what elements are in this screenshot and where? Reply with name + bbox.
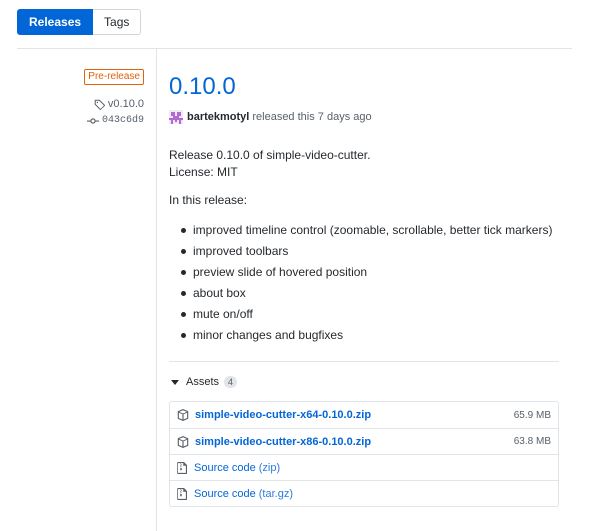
avatar[interactable] xyxy=(169,110,183,124)
released-text: released this 7 days ago xyxy=(252,111,372,123)
assets-list: simple-video-cutter-x64-0.10.0.zip 65.9 … xyxy=(169,401,559,507)
caret-down-icon xyxy=(171,379,179,385)
tab-releases[interactable]: Releases xyxy=(17,9,94,35)
release-meta: bartekmotyl released this 7 days ago xyxy=(169,110,559,124)
release-title[interactable]: 0.10.0 xyxy=(169,72,559,102)
asset-name[interactable]: simple-video-cutter-x86-0.10.0.zip xyxy=(195,436,371,448)
prerelease-badge: Pre-release xyxy=(84,69,144,85)
asset-size: 65.9 MB xyxy=(513,409,551,421)
source-row[interactable]: Source code (tar.gz) xyxy=(170,480,558,506)
asset-row[interactable]: simple-video-cutter-x64-0.10.0.zip 65.9 … xyxy=(170,402,558,428)
assets-toggle[interactable]: Assets 4 xyxy=(171,376,238,388)
release-sidebar: Pre-release v0.10.0 043c6d9 xyxy=(84,69,144,126)
source-code-link[interactable]: Source code xyxy=(194,462,256,474)
release-body: Release 0.10.0 of simple-video-cutter. L… xyxy=(169,147,559,346)
file-zip-icon xyxy=(177,487,187,500)
assets-count: 4 xyxy=(224,376,238,388)
tab-tags[interactable]: Tags xyxy=(93,9,142,35)
source-code-link[interactable]: Source code xyxy=(194,488,256,500)
asset-size: 63.8 MB xyxy=(513,436,551,447)
release-intro: In this release: xyxy=(169,193,248,207)
source-format: (tar.gz) xyxy=(258,487,293,500)
author-link[interactable]: bartekmotyl xyxy=(187,111,249,123)
top-divider xyxy=(17,48,572,49)
list-item: preview slide of hovered position xyxy=(181,262,559,283)
release-line-1: Release 0.10.0 of simple-video-cutter. xyxy=(169,148,371,162)
timeline-divider xyxy=(156,48,157,531)
commit-link[interactable]: 043c6d9 xyxy=(86,115,144,126)
list-item: minor changes and bugfixes xyxy=(181,325,559,346)
package-icon xyxy=(177,435,189,448)
list-item: improved timeline control (zoomable, scr… xyxy=(181,220,559,241)
changes-list: improved timeline control (zoomable, scr… xyxy=(169,220,559,346)
source-format: (zip) xyxy=(258,461,281,474)
assets-divider xyxy=(169,361,559,362)
release-tabs: Releases Tags xyxy=(17,9,142,35)
assets-label: Assets xyxy=(186,376,220,388)
package-icon xyxy=(177,409,189,421)
commit-sha: 043c6d9 xyxy=(101,115,144,126)
release-main: 0.10.0 bartekmotyl released this 7 days … xyxy=(169,72,559,346)
tag-link[interactable]: v0.10.0 xyxy=(94,98,144,110)
source-row[interactable]: Source code (zip) xyxy=(170,454,558,480)
asset-name[interactable]: simple-video-cutter-x64-0.10.0.zip xyxy=(195,409,371,421)
list-item: about box xyxy=(181,283,559,304)
file-zip-icon xyxy=(177,461,187,474)
commit-icon xyxy=(86,117,99,124)
list-item: mute on/off xyxy=(181,304,559,325)
tag-name: v0.10.0 xyxy=(107,98,144,110)
list-item: improved toolbars xyxy=(181,241,559,262)
asset-row[interactable]: simple-video-cutter-x86-0.10.0.zip 63.8 … xyxy=(170,428,558,454)
license-line: License: MIT xyxy=(169,165,238,179)
tag-icon xyxy=(94,99,105,110)
